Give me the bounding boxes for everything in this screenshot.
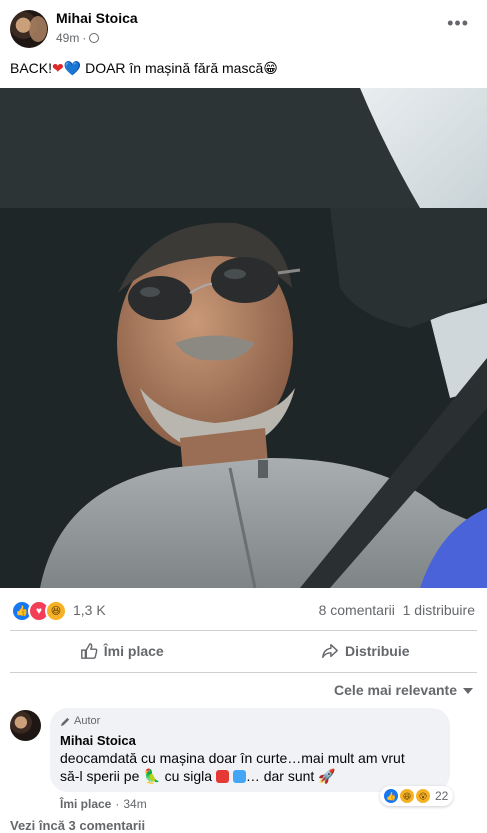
like-button[interactable]: Îmi place [0,632,244,670]
reaction-count[interactable]: 1,3 K [73,602,106,618]
divider [10,630,477,631]
blue-heart-icon: 💙 [64,60,81,76]
more-options-icon[interactable]: ••• [447,18,469,28]
comment-text-part: să-l sperii pe [60,768,143,784]
author-badge-label: Autor [74,715,100,727]
divider [10,672,477,673]
avatar[interactable] [10,10,48,48]
post-time[interactable]: 49m [56,31,79,45]
comment-line-2: să-l sperii pe 🦜 cu sigla … dar sunt 🚀 [60,767,445,785]
reactions-summary: 👍 ♥ 😆 1,3 K 8 comentarii 1 distribuire [0,594,487,624]
comments-count[interactable]: 8 comentarii [319,602,395,618]
post-meta: 49m · [56,31,99,45]
thumbs-up-icon [80,642,98,660]
share-button[interactable]: Distribuie [244,632,487,670]
meta-separator: · [82,31,86,45]
rocket-emoji-icon: 🚀 [318,768,335,784]
comment-reactions[interactable]: 👍 😆 😮 22 [380,786,453,806]
comment-line-1: deocamdată cu mașina doar în curte…mai m… [60,749,445,767]
post-text-main: BACK! [10,60,52,76]
shares-count[interactable]: 1 distribuire [403,602,475,618]
comment-like-link[interactable]: Îmi place [60,797,111,811]
comment-text-part: … dar sunt [246,768,318,784]
red-heart-icon: ❤ [52,60,64,76]
comment-reaction-count: 22 [435,789,448,803]
comment-author[interactable]: Mihai Stoica [60,733,136,748]
haha-icon: 😆 [45,600,67,622]
comment-avatar[interactable] [10,710,41,741]
comment-separator: · [115,797,119,811]
like-icon: 👍 [383,788,399,804]
comment-sort-dropdown[interactable]: Cele mai relevante [334,682,473,698]
comment-text-part: cu sigla [161,768,216,784]
red-square-icon [216,770,229,783]
post-stats: 8 comentarii 1 distribuire [319,602,475,618]
comment-text: deocamdată cu mașina doar în curte…mai m… [60,749,445,785]
reaction-icons[interactable]: 👍 ♥ 😆 [11,600,67,622]
share-button-label: Distribuie [345,643,410,659]
wow-icon: 😮 [415,788,431,804]
post-text: BACK!❤💙 DOAR în mașină fără mască😁 [10,60,278,77]
globe-icon [89,33,99,43]
comment-actions: Îmi place · 34m [60,797,147,811]
post-author[interactable]: Mihai Stoica [56,10,138,26]
author-badge: Autor [60,715,100,727]
share-arrow-icon [321,642,339,660]
pencil-icon [60,716,71,727]
comment-bubble: Autor Mihai Stoica deocamdată cu mașina … [50,708,450,792]
post-photo[interactable] [0,88,487,588]
post-header: Mihai Stoica 49m · ••• [0,0,487,52]
caret-down-icon [463,688,473,694]
post-actions: Îmi place Distribuie [0,632,487,670]
haha-icon: 😆 [399,788,415,804]
comment-time[interactable]: 34m [123,797,146,811]
bird-emoji-icon: 🦜 [143,768,160,784]
grin-emoji-icon: 😁 [263,60,278,76]
post-text-rest: DOAR în mașină fără mască [81,60,263,76]
photo-illustration [0,88,487,588]
comment-sort-label: Cele mai relevante [334,682,457,698]
blue-square-icon [233,770,246,783]
view-more-comments[interactable]: Vezi încă 3 comentarii [10,818,145,833]
like-button-label: Îmi place [104,643,164,659]
